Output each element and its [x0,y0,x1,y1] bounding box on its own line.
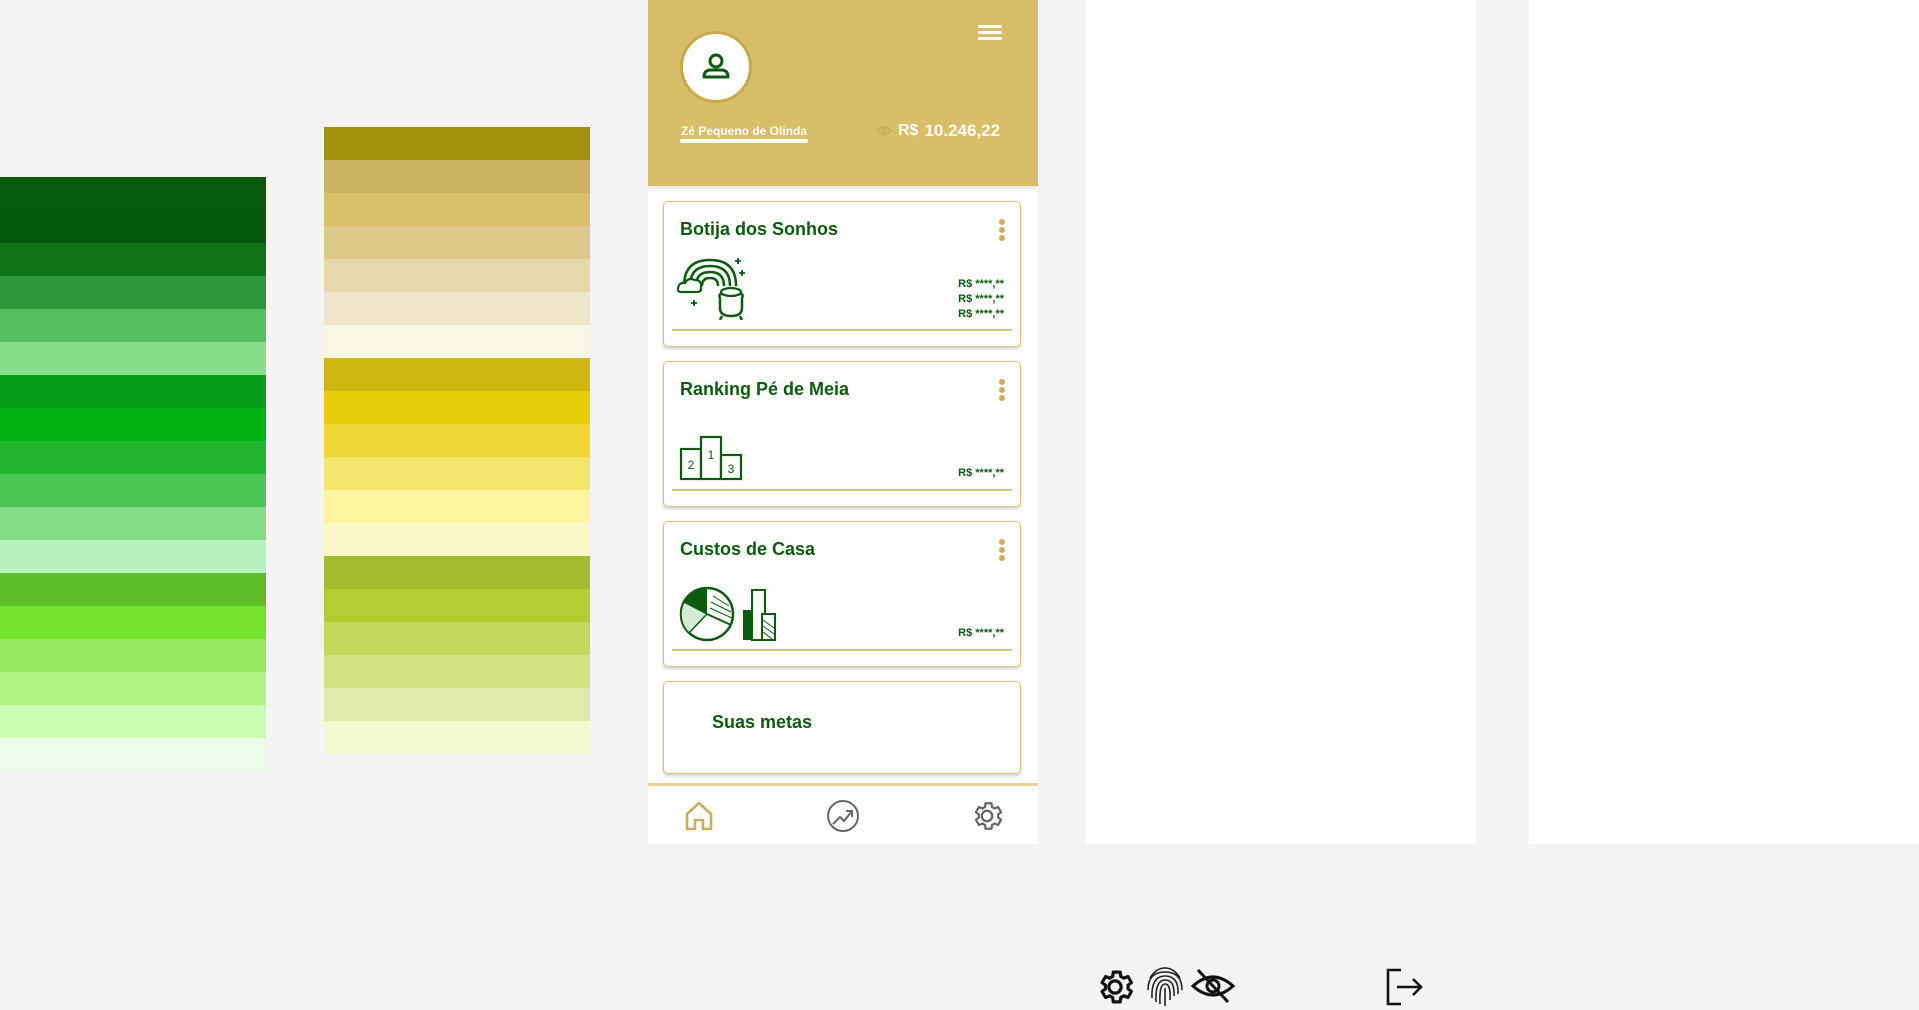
balance-currency: R$ [898,122,919,139]
amount-2: R$ ****,** [958,293,1004,305]
color-swatch [324,622,590,655]
card-botija-dos-sonhos[interactable]: Botija dos Sonhos R$ ****,** R$ ****,** … [663,201,1021,347]
amount-1: R$ ****,** [958,627,1004,639]
color-swatch [324,193,590,226]
color-swatch [0,309,266,342]
color-swatch [324,127,590,160]
color-swatch [0,408,266,441]
eye-icon[interactable] [876,125,892,137]
podium-second: 2 [688,458,695,472]
user-name-underline [680,139,808,143]
fingerprint-icon[interactable] [1144,964,1186,1008]
nav-investments[interactable] [825,798,861,834]
color-swatch [324,490,590,523]
color-swatch [324,688,590,721]
bottom-navigation [648,783,1038,844]
gear-icon[interactable] [1094,966,1136,1008]
color-swatch [324,259,590,292]
balance: R$ 10.246,22 [876,121,1000,141]
amount-1: R$ ****,** [958,467,1004,479]
home-icon [685,801,713,831]
color-swatch [0,639,266,672]
more-options-icon[interactable] [998,219,1006,241]
color-swatch [0,573,266,606]
nav-home[interactable] [681,798,717,834]
card-title: Custos de Casa [680,539,816,559]
color-swatch [0,210,266,243]
card-title: Ranking Pé de Meia [680,379,850,399]
color-swatch [324,556,590,589]
blank-frame-1 [1086,0,1476,844]
amounts-list: R$ ****,** [958,466,1004,481]
color-swatch [324,391,590,424]
amounts-list: R$ ****,** R$ ****,** R$ ****,** [958,277,1004,322]
green-palette [0,177,266,771]
color-swatch [0,672,266,705]
color-swatch [324,292,590,325]
card-custos-de-casa[interactable]: Custos de Casa R$ ****,** [663,521,1021,667]
card-divider [672,649,1012,651]
podium-icon: 2 1 3 [679,435,743,481]
color-swatch [0,738,266,771]
color-swatch [0,474,266,507]
trend-up-icon [827,800,859,832]
amount-3: R$ ****,** [958,308,1004,320]
yellow-palette [324,127,590,754]
color-swatch [324,226,590,259]
eye-off-icon[interactable] [1190,966,1236,1006]
gear-icon [974,802,1003,830]
color-swatch [0,177,266,210]
rainbow-pot-icon [676,258,745,320]
color-swatch [0,276,266,309]
avatar[interactable] [680,31,752,103]
color-swatch [0,441,266,474]
logout-icon[interactable] [1383,966,1425,1008]
user-name: Zé Pequeno de Olinda [681,124,808,138]
color-swatch [324,358,590,391]
color-swatch [0,375,266,408]
color-swatch [0,342,266,375]
color-swatch [0,507,266,540]
amounts-list: R$ ****,** [958,626,1004,641]
card-title: Suas metas [712,712,813,732]
color-swatch [324,655,590,688]
card-ranking-pe-de-meia[interactable]: Ranking Pé de Meia 2 1 3 R$ ****,** [663,361,1021,507]
color-swatch [0,540,266,573]
nav-settings[interactable] [969,798,1005,834]
card-suas-metas[interactable]: Suas metas [663,681,1021,774]
color-swatch [324,589,590,622]
color-swatch [324,523,590,556]
color-swatch [324,721,590,754]
app-header: Zé Pequeno de Olinda R$ 10.246,22 [648,0,1038,186]
color-swatch [324,457,590,490]
color-swatch [0,606,266,639]
color-swatch [324,424,590,457]
pie-bars-chart-icon [679,586,776,642]
hamburger-menu-icon[interactable] [978,25,1002,45]
card-divider [672,329,1012,331]
user-icon [702,53,730,79]
card-title: Botija dos Sonhos [680,219,839,239]
amount-1: R$ ****,** [958,278,1004,290]
card-divider [672,489,1012,491]
color-swatch [0,705,266,738]
blank-frame-2 [1529,0,1919,844]
podium-first: 1 [708,448,715,462]
balance-value: 10.246,22 [924,121,1001,140]
podium-third: 3 [728,462,735,476]
color-swatch [324,325,590,358]
phone-screen: Zé Pequeno de Olinda R$ 10.246,22 Botija… [648,0,1038,844]
color-swatch [324,160,590,193]
more-options-icon[interactable] [998,379,1006,401]
color-swatch [0,243,266,276]
more-options-icon[interactable] [998,539,1006,561]
